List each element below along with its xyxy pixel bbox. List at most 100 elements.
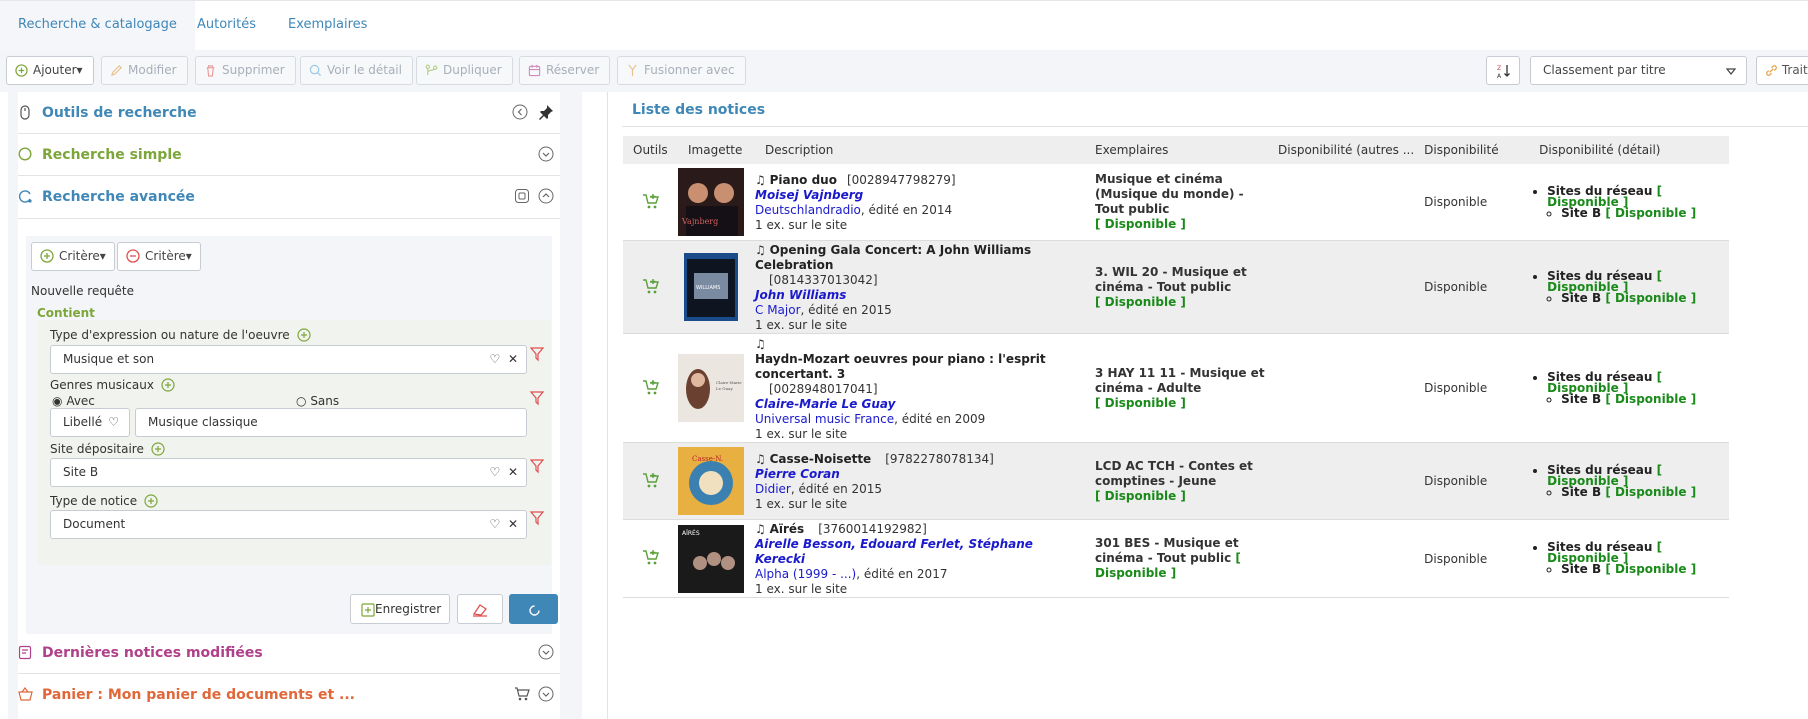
merge-button[interactable]: Fusionner avec xyxy=(617,56,746,85)
pin-icon[interactable] xyxy=(538,104,554,120)
clear-icon[interactable]: ✕ xyxy=(508,352,518,366)
chevron-down-icon[interactable] xyxy=(538,644,554,660)
cover-image: Casse-N. xyxy=(678,447,744,515)
search-tools-header[interactable]: Outils de recherche xyxy=(18,92,560,134)
col-description[interactable]: Description xyxy=(755,136,1085,164)
chevron-down-icon[interactable] xyxy=(538,146,554,162)
copy-location[interactable]: Musique et cinéma (Musique du monde) - T… xyxy=(1095,172,1244,216)
with-radio[interactable]: ◉ Avec xyxy=(52,394,95,408)
advanced-search-header[interactable]: Recherche avancée xyxy=(18,176,560,218)
duplicate-button[interactable]: Dupliquer xyxy=(416,56,513,85)
record-publisher[interactable]: Didier xyxy=(755,482,791,496)
plus-circle-icon[interactable] xyxy=(296,328,312,343)
save-query-button[interactable]: Enregistrer xyxy=(350,594,450,624)
record-author[interactable]: Claire-Marie Le Guay xyxy=(755,397,895,411)
add-button[interactable]: Ajouter▾ xyxy=(6,56,94,85)
dropdown-icon[interactable]: ♡ xyxy=(490,465,501,479)
col-thumbnail[interactable]: Imagette xyxy=(678,136,755,164)
chevron-down-icon[interactable] xyxy=(538,686,554,702)
tab-autorites[interactable]: Autorités xyxy=(197,17,256,32)
dropdown-icon[interactable]: ♡ xyxy=(490,352,501,366)
table-row[interactable]: AÏRÉS ♫ Aïrés [3760014192982] Airelle Bes… xyxy=(623,519,1729,598)
search-tools-title: Outils de recherche xyxy=(42,105,197,121)
col-availability-other[interactable]: Disponibilité (autres ... xyxy=(1268,136,1415,164)
delete-button[interactable]: Supprimer xyxy=(195,56,296,85)
plus-circle-icon[interactable] xyxy=(144,494,159,509)
add-to-cart-icon[interactable] xyxy=(642,192,660,210)
record-title[interactable]: Piano duo xyxy=(770,173,837,187)
plus-circle-icon[interactable] xyxy=(151,442,166,457)
record-title[interactable]: Opening Gala Concert: A John Williams Ce… xyxy=(755,243,1031,272)
copy-status: [ Disponible ] xyxy=(1095,294,1186,309)
col-availability-detail[interactable]: Disponibilité (détail) xyxy=(1529,136,1729,164)
sort-select[interactable]: Classement par titre xyxy=(1530,56,1747,85)
label-select[interactable]: Libellé ♡ xyxy=(50,408,130,437)
table-row[interactable]: WILLIAMS ♫ Opening Gala Concert: A John … xyxy=(623,240,1729,334)
record-type-field[interactable]: Document ♡ ✕ xyxy=(50,510,527,539)
record-title[interactable]: Casse-Noisette xyxy=(770,452,872,466)
view-detail-button[interactable]: Voir le détail xyxy=(300,56,413,85)
add-to-cart-icon[interactable] xyxy=(642,471,660,489)
table-row[interactable]: Casse-N. ♫ Casse-Noisette [9782278078134]… xyxy=(623,442,1729,520)
record-publisher[interactable]: Alpha (1999 - ...) xyxy=(755,567,856,581)
cart-icon[interactable] xyxy=(514,686,531,702)
site-field[interactable]: Site B ♡ ✕ xyxy=(50,458,527,487)
site-label: Site dépositaire xyxy=(50,442,166,457)
reserve-button[interactable]: Réserver xyxy=(519,56,611,85)
table-row[interactable]: Vajnberg ♫ Piano duo [0028947798279] Mois… xyxy=(623,164,1729,241)
record-code: [0028947798279] xyxy=(846,173,956,187)
simple-search-header[interactable]: Recherche simple xyxy=(18,134,560,176)
add-to-cart-icon[interactable] xyxy=(642,378,660,396)
add-to-cart-icon[interactable] xyxy=(642,277,660,295)
clear-query-button[interactable] xyxy=(457,594,503,624)
process-button[interactable]: Traitement xyxy=(1756,56,1808,85)
tab-exemplaires[interactable]: Exemplaires xyxy=(288,17,367,32)
copy-location[interactable]: 3. WIL 20 - Musique et cinéma - Tout pub… xyxy=(1095,265,1247,294)
copy-location[interactable]: 301 BES - Musique et cinéma - Tout publi… xyxy=(1095,536,1239,565)
add-to-cart-icon[interactable] xyxy=(642,548,660,566)
remove-filter-icon[interactable] xyxy=(530,458,544,474)
frame-icon[interactable] xyxy=(514,188,530,204)
basket-header[interactable]: Panier : Mon panier de documents et ... xyxy=(18,674,560,716)
remove-filter-icon[interactable] xyxy=(530,390,544,406)
last-modified-header[interactable]: Dernières notices modifiées xyxy=(18,632,560,674)
table-row[interactable]: Claire-Marie Le Guay ♫ Haydn-Mozart oeuvr… xyxy=(623,333,1729,443)
record-copies: 1 ex. sur le site xyxy=(755,497,848,511)
dropdown-icon[interactable]: ♡ xyxy=(490,517,501,531)
availability-detail: Sites du réseau [ Disponible ]Site B [ D… xyxy=(1547,371,1729,405)
remove-criterion-button[interactable]: Critère▾ xyxy=(117,242,201,271)
record-author[interactable]: Airelle Besson, Edouard Ferlet, Stéphane… xyxy=(755,537,1033,566)
music-note-icon: ♫ xyxy=(755,173,766,187)
calendar-icon xyxy=(528,64,541,77)
col-availability[interactable]: Disponibilité xyxy=(1414,136,1530,164)
expression-type-field[interactable]: Musique et son ♡ ✕ xyxy=(50,345,527,374)
plus-circle-icon[interactable] xyxy=(161,378,176,393)
col-copies[interactable]: Exemplaires xyxy=(1085,136,1268,164)
modify-button[interactable]: Modifier xyxy=(101,56,188,85)
results-panel: Liste des notices Outils Imagette Descri… xyxy=(607,92,1808,719)
record-publisher[interactable]: C Major xyxy=(755,303,801,317)
col-tools[interactable]: Outils xyxy=(623,136,678,164)
copy-location[interactable]: LCD AC TCH - Contes et comptines - Jeune xyxy=(1095,459,1253,488)
remove-filter-icon[interactable] xyxy=(530,346,544,362)
sort-order-button[interactable]: ZA xyxy=(1486,56,1520,85)
record-publisher[interactable]: Deutschlandradio xyxy=(755,203,861,217)
record-publisher[interactable]: Universal music France xyxy=(755,412,894,426)
without-radio[interactable]: ○ Sans xyxy=(296,394,339,408)
collapse-left-icon[interactable] xyxy=(512,104,528,120)
remove-filter-icon[interactable] xyxy=(530,510,544,526)
record-title[interactable]: Haydn-Mozart oeuvres pour piano : l'espr… xyxy=(755,352,1046,381)
search-submit-button[interactable] xyxy=(509,594,558,624)
chevron-up-icon[interactable] xyxy=(538,188,554,204)
record-title[interactable]: Aïrés xyxy=(770,522,805,536)
record-author[interactable]: John Williams xyxy=(755,288,846,302)
clear-icon[interactable]: ✕ xyxy=(508,465,518,479)
copy-location[interactable]: 3 HAY 11 11 - Musique et cinéma - Adulte xyxy=(1095,366,1265,395)
tab-recherche-catalogage[interactable]: Recherche & catalogage xyxy=(0,1,195,51)
record-author[interactable]: Pierre Coran xyxy=(755,467,840,481)
record-author[interactable]: Moisej Vajnberg xyxy=(755,188,863,202)
music-note-icon: ♫ xyxy=(755,243,766,257)
add-criterion-button[interactable]: Critère▾ xyxy=(31,242,115,271)
music-genre-field[interactable]: Musique classique xyxy=(135,408,527,437)
clear-icon[interactable]: ✕ xyxy=(508,517,518,531)
